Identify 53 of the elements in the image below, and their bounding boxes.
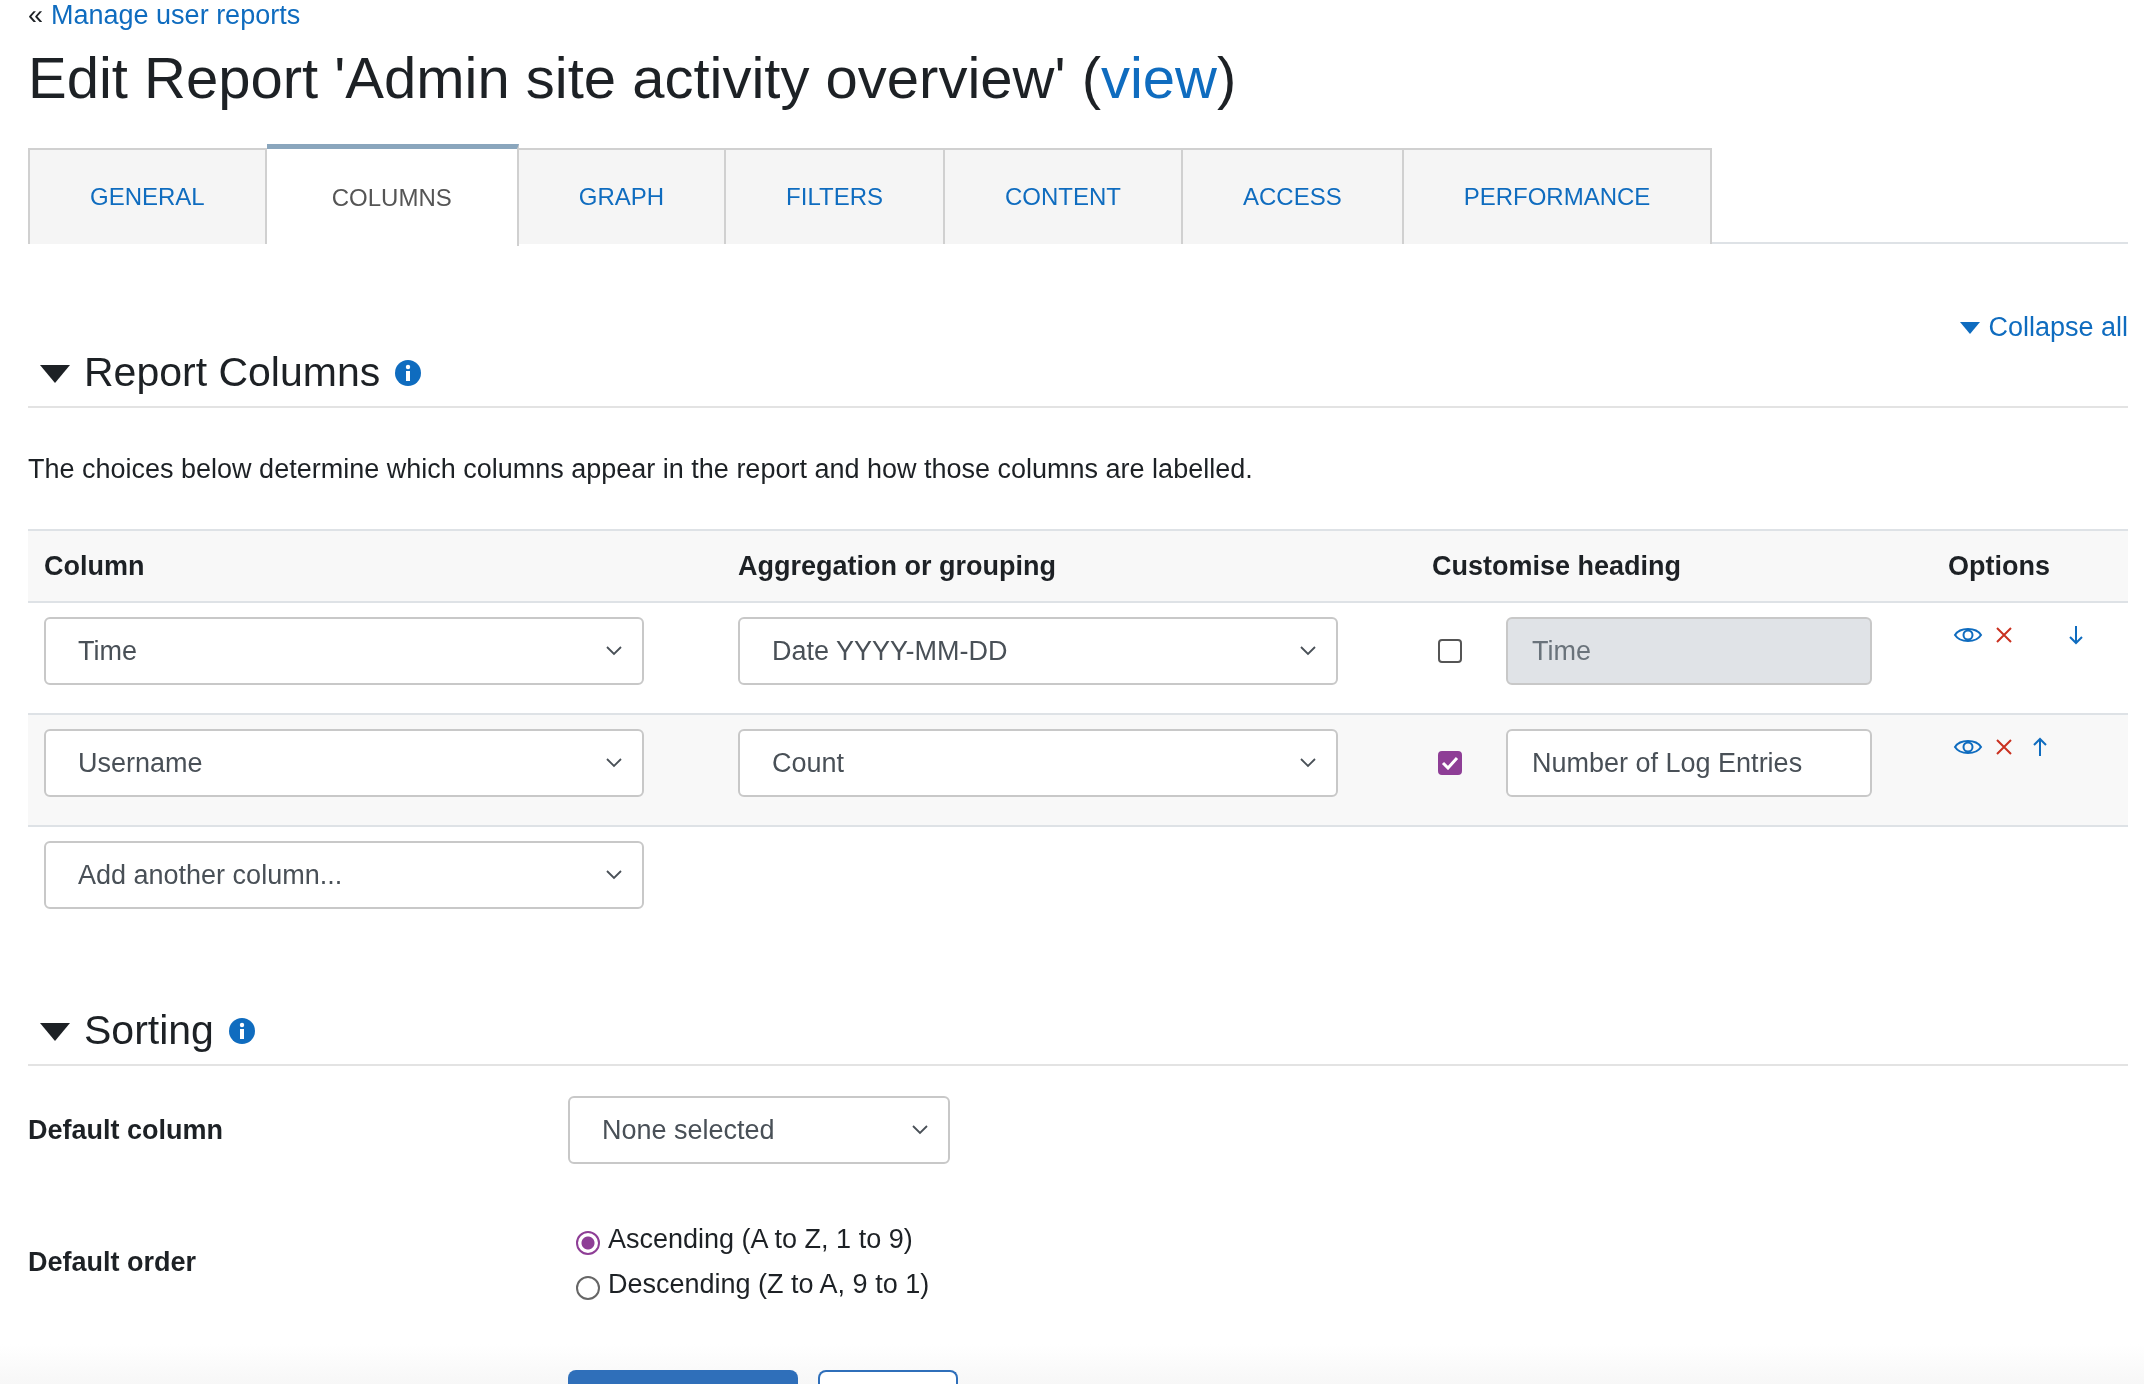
chevron-down-icon [912, 1125, 928, 1135]
breadcrumb-link[interactable]: Manage user reports [51, 0, 301, 30]
column-header: Aggregation or grouping [737, 550, 1057, 582]
tab[interactable]: GRAPH [518, 148, 727, 244]
checkmark-icon [1441, 756, 1459, 770]
tab[interactable]: GENERAL [28, 148, 267, 244]
info-icon[interactable] [227, 1016, 256, 1045]
chevron-down-icon [1300, 646, 1316, 656]
field-label: Default order [28, 1246, 198, 1278]
tab[interactable]: CONTENT [945, 148, 1183, 244]
section-heading: Sorting [84, 1007, 214, 1054]
dropdown[interactable]: Time [44, 617, 644, 685]
collapse-all-link[interactable]: Collapse all [1960, 312, 2128, 343]
chevron-down-icon [1300, 758, 1316, 768]
dropdown[interactable]: Count [738, 729, 1338, 797]
breadcrumb-arrow: « [28, 0, 44, 30]
chevron-down-icon [606, 758, 622, 768]
dropdown[interactable]: Date YYYY-MM-DD [738, 617, 1338, 685]
tab[interactable]: PERFORMANCE [1403, 148, 1713, 244]
column-header: Customise heading [1431, 550, 1683, 582]
tab[interactable]: FILTERS [726, 148, 945, 244]
description-text: The choices below determine which columns appear in the report and how those columns are labelled. [28, 454, 1254, 485]
view-link[interactable]: view [1100, 45, 1217, 110]
section-heading: Report Columns [84, 349, 381, 396]
collapse-triangle-icon[interactable] [40, 362, 70, 383]
secondary-button[interactable] [818, 1370, 958, 1384]
field-label: Default column [28, 1114, 224, 1146]
delete-icon[interactable] [1996, 739, 2012, 755]
column-header: Options [1947, 550, 2051, 582]
eye-icon[interactable] [1953, 625, 1983, 645]
tab[interactable]: ACCESS [1183, 148, 1404, 244]
chevron-down-icon [606, 870, 622, 880]
page-title: Edit Report 'Admin site activity overview' (view) [28, 44, 1238, 112]
dropdown[interactable]: Add another column... [44, 841, 644, 909]
radio-label[interactable]: Ascending (A to Z, 1 to 9) [608, 1224, 913, 1255]
chevron-down-icon [606, 646, 622, 656]
dropdown[interactable]: Username [44, 729, 644, 797]
checkbox[interactable] [1438, 639, 1462, 663]
collapse-triangle-icon[interactable] [40, 1020, 70, 1041]
delete-icon[interactable] [1996, 627, 2012, 643]
radio-button[interactable] [576, 1275, 600, 1300]
radio-label[interactable]: Descending (Z to A, 9 to 1) [608, 1269, 930, 1300]
tab[interactable]: COLUMNS [266, 144, 519, 246]
column-header: Column [43, 550, 146, 582]
triangle-down-icon [1960, 320, 1981, 335]
info-icon[interactable] [394, 358, 423, 387]
dropdown[interactable]: None selected [568, 1096, 950, 1164]
checkbox[interactable] [1438, 751, 1462, 775]
radio-button[interactable] [576, 1230, 600, 1255]
arrow-down-icon[interactable] [2069, 625, 2083, 645]
heading-input-field[interactable]: Number of Log Entries [1506, 729, 1872, 797]
arrow-up-icon[interactable] [2033, 737, 2047, 757]
eye-icon[interactable] [1953, 737, 1983, 757]
